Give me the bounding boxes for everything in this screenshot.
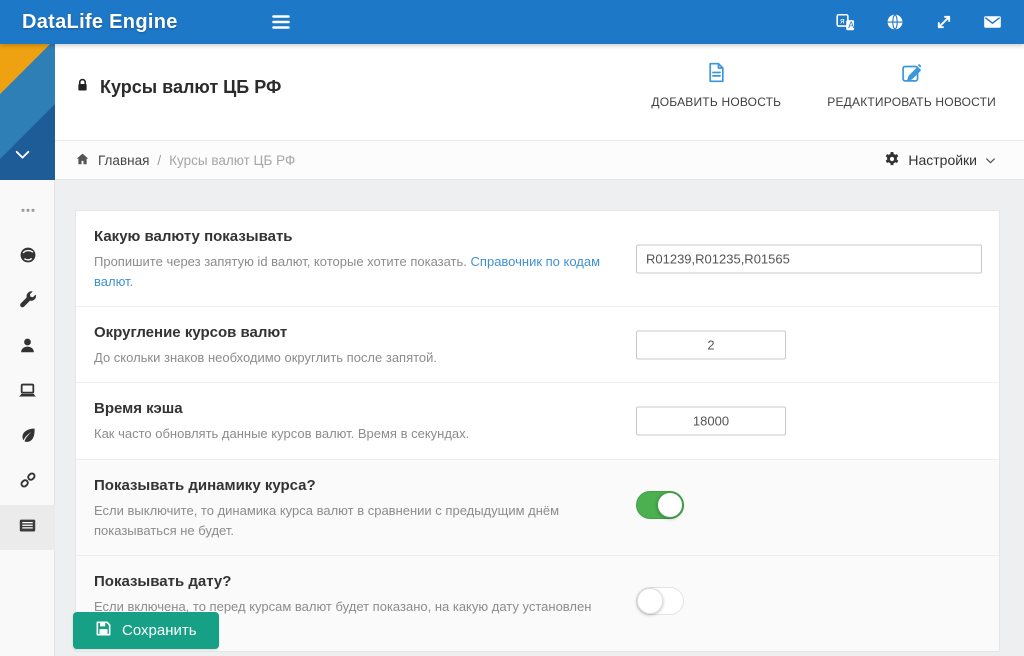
- sidebar-item-site[interactable]: [0, 235, 55, 280]
- setting-row-currency-ids: Какую валюту показывать Пропишите через …: [76, 211, 999, 306]
- header-actions: ДОБАВИТЬ НОВОСТЬ РЕДАКТИРОВАТЬ НОВОСТИ: [651, 62, 996, 109]
- main-area: Курсы валют ЦБ РФ ДОБАВИТЬ НОВОСТЬ РЕДАК…: [55, 44, 1024, 656]
- toggle-knob: [657, 492, 683, 518]
- setting-description: Пропишите через запятую id валют, которы…: [94, 252, 619, 292]
- floppy-disk-icon: [95, 620, 112, 641]
- translate-icon[interactable]: я A: [836, 13, 855, 32]
- sidebar-item-users[interactable]: [0, 325, 55, 370]
- file-icon: [706, 62, 727, 86]
- content-area: Какую валюту показывать Пропишите через …: [55, 180, 1024, 655]
- setting-title: Показывать дату?: [94, 573, 979, 590]
- leaf-icon: [19, 426, 37, 449]
- settings-panel: Какую валюту показывать Пропишите через …: [75, 210, 1000, 652]
- wrench-icon: [19, 291, 37, 314]
- ellipsis-icon: [20, 202, 36, 223]
- setting-description: Если выключите, то динамика курса валют …: [94, 501, 619, 541]
- show-dynamics-toggle[interactable]: [636, 491, 684, 519]
- app-logo: DataLife Engine: [22, 11, 178, 34]
- save-button[interactable]: Сохранить: [73, 612, 219, 649]
- add-news-button[interactable]: ДОБАВИТЬ НОВОСТЬ: [651, 62, 781, 109]
- setting-title: Округление курсов валют: [94, 324, 979, 341]
- globe-icon: [19, 246, 37, 269]
- sidebar-nav: [0, 180, 54, 550]
- lock-icon: [75, 77, 90, 98]
- newspaper-icon: [18, 516, 37, 540]
- settings-dropdown[interactable]: Настройки: [884, 141, 996, 179]
- topbar: DataLife Engine я A: [0, 0, 1024, 44]
- breadcrumb-home-link[interactable]: Главная: [75, 152, 149, 169]
- setting-title: Показывать динамику курса?: [94, 477, 979, 494]
- home-icon: [75, 152, 90, 169]
- sidebar-item-more[interactable]: [0, 190, 55, 235]
- toggle-knob: [637, 588, 663, 614]
- settings-label: Настройки: [908, 152, 977, 168]
- sidebar-item-news[interactable]: [0, 505, 55, 550]
- sidebar: [0, 44, 55, 656]
- page-header: Курсы валют ЦБ РФ ДОБАВИТЬ НОВОСТЬ РЕДАК…: [55, 44, 1024, 140]
- svg-text:A: A: [848, 21, 855, 31]
- sidebar-item-plugins[interactable]: [0, 415, 55, 460]
- menu-icon[interactable]: [270, 12, 292, 32]
- sidebar-item-tools[interactable]: [0, 280, 55, 325]
- save-label: Сохранить: [122, 622, 197, 639]
- setting-row-show-dynamics: Показывать динамику курса? Если выключит…: [76, 459, 999, 555]
- rounding-input[interactable]: [636, 330, 786, 359]
- user-icon: [19, 337, 36, 359]
- edit-icon: [901, 62, 922, 86]
- breadcrumb-current: Курсы валют ЦБ РФ: [169, 153, 295, 168]
- chevron-down-icon: [985, 152, 996, 168]
- globe-icon[interactable]: [885, 13, 904, 32]
- edit-news-button[interactable]: РЕДАКТИРОВАТЬ НОВОСТИ: [827, 62, 996, 109]
- mail-icon[interactable]: [983, 13, 1002, 32]
- svg-text:я: я: [840, 15, 845, 25]
- cache-time-input[interactable]: [636, 406, 786, 435]
- sidebar-profile-banner[interactable]: [0, 44, 55, 180]
- setting-description: До скольки знаков необходимо округлить п…: [94, 348, 619, 368]
- chevron-down-icon: [14, 148, 31, 166]
- topbar-icon-group: я A: [836, 0, 1002, 44]
- laptop-icon: [18, 381, 37, 405]
- link-icon: [19, 471, 37, 494]
- page-title: Курсы валют ЦБ РФ: [75, 77, 281, 98]
- sidebar-item-system[interactable]: [0, 370, 55, 415]
- breadcrumb: Главная / Курсы валют ЦБ РФ: [75, 152, 295, 169]
- sidebar-item-links[interactable]: [0, 460, 55, 505]
- setting-row-cache-time: Время кэша Как часто обновлять данные ку…: [76, 382, 999, 458]
- breadcrumb-bar: Главная / Курсы валют ЦБ РФ Настройки: [55, 140, 1024, 180]
- gear-icon: [884, 151, 900, 170]
- setting-description: Как часто обновлять данные курсов валют.…: [94, 424, 619, 444]
- setting-title: Время кэша: [94, 400, 979, 417]
- show-date-toggle[interactable]: [636, 587, 684, 615]
- currency-ids-input[interactable]: [636, 244, 982, 273]
- setting-row-rounding: Округление курсов валют До скольки знако…: [76, 306, 999, 382]
- add-news-label: ДОБАВИТЬ НОВОСТЬ: [651, 95, 781, 109]
- setting-title: Какую валюту показывать: [94, 228, 979, 245]
- breadcrumb-separator: /: [157, 153, 161, 168]
- edit-news-label: РЕДАКТИРОВАТЬ НОВОСТИ: [827, 95, 996, 109]
- fullscreen-icon[interactable]: [934, 13, 953, 32]
